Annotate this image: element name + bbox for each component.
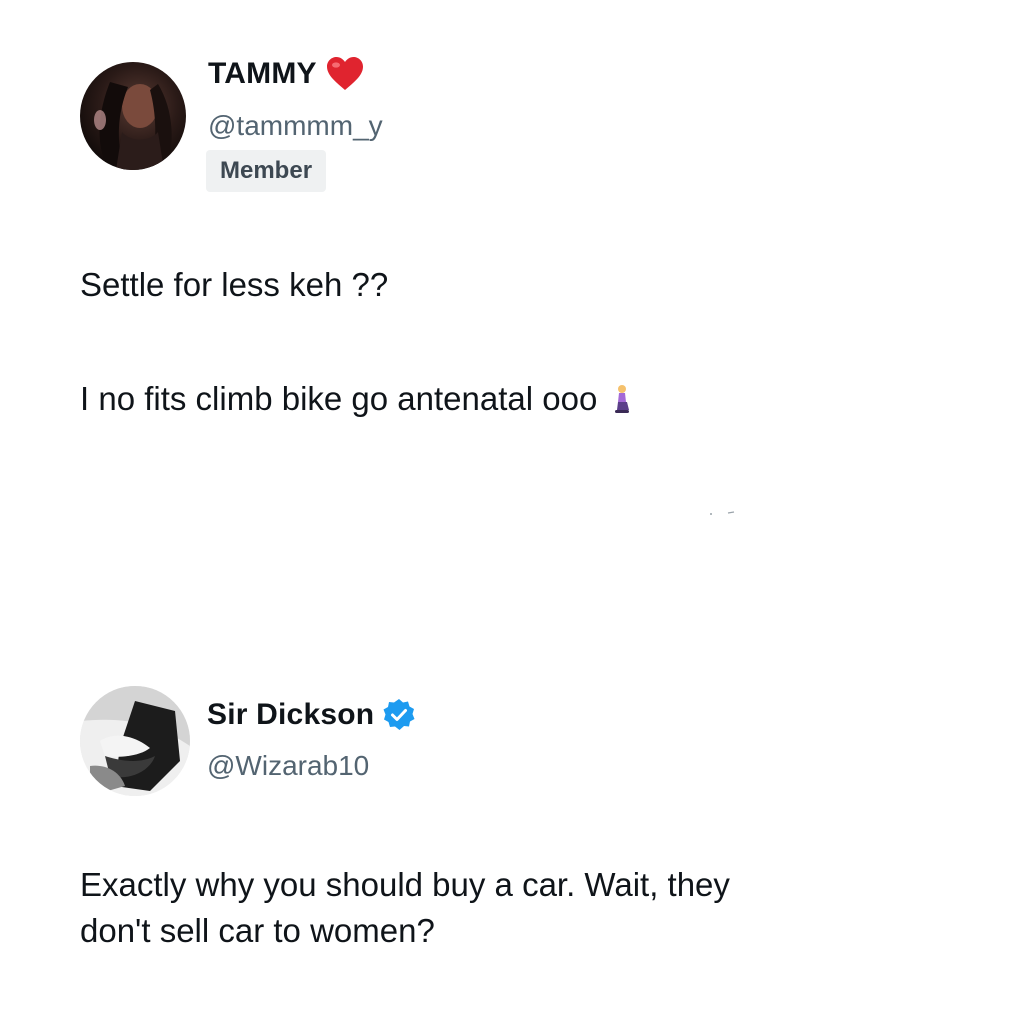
post-text-line-2-content: I no fits climb bike go antenatal ooo: [80, 380, 598, 417]
display-name-text: TAMMY: [208, 57, 317, 90]
dickson-handle[interactable]: @Wizarab10: [207, 750, 369, 782]
woman-kneeling-emoji: [615, 385, 630, 413]
reply-text-line-2: don't sell car to women?: [80, 912, 435, 949]
display-name-text: Sir Dickson: [207, 698, 375, 731]
member-badge: Member: [206, 150, 327, 192]
tammy-handle[interactable]: @tammmm_y: [208, 110, 383, 142]
tammy-display-name[interactable]: TAMMY: [208, 56, 365, 92]
profile-photo-icon: [94, 82, 172, 170]
dickson-avatar[interactable]: [80, 686, 190, 796]
post-text-line-2: I no fits climb bike go antenatal ooo: [80, 376, 633, 422]
verified-badge-icon: [383, 699, 415, 730]
tammy-avatar[interactable]: [80, 62, 186, 170]
reply-text: Exactly why you should buy a car. Wait, …: [80, 862, 730, 954]
reply-text-line-1: Exactly why you should buy a car. Wait, …: [80, 866, 730, 903]
red-heart-icon: [326, 57, 363, 90]
post-text-line-1: Settle for less keh ??: [80, 266, 389, 303]
profile-photo-icon: [80, 686, 190, 796]
dust-speck: [710, 511, 735, 515]
dickson-display-name[interactable]: Sir Dickson: [207, 698, 416, 732]
